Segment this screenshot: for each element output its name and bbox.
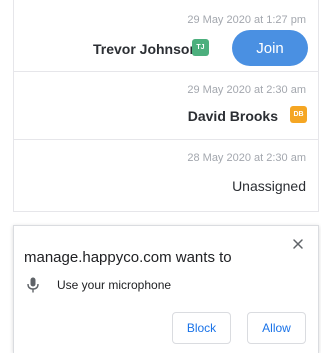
assignment-date: 29 May 2020 at 1:27 pm	[187, 14, 306, 26]
join-button[interactable]: Join	[232, 30, 308, 66]
assignment-date: 28 May 2020 at 2:30 am	[187, 152, 306, 164]
assignment-row: 29 May 2020 at 2:30 am David Brooks DB	[14, 72, 318, 140]
assignment-row: 28 May 2020 at 2:30 am Unassigned	[14, 140, 318, 210]
microphone-icon	[27, 277, 39, 293]
assignee-initials-badge: DB	[290, 106, 307, 123]
unassigned-status: Unassigned	[232, 178, 306, 194]
assignment-date: 29 May 2020 at 2:30 am	[187, 84, 306, 96]
permission-description: Use your microphone	[57, 278, 172, 292]
assignment-row: 29 May 2020 at 1:27 pm Trevor Johnson TJ…	[14, 0, 318, 72]
block-button[interactable]: Block	[172, 312, 231, 344]
assignee-initials-badge: TJ	[192, 39, 209, 56]
assignment-list: 29 May 2020 at 1:27 pm Trevor Johnson TJ…	[13, 0, 319, 212]
assignee-name: David Brooks	[187, 108, 278, 124]
permission-prompt-title: manage.happyco.com wants to	[24, 249, 232, 266]
close-icon[interactable]	[291, 237, 305, 251]
allow-button[interactable]: Allow	[247, 312, 306, 344]
assignee-name: Trevor Johnson	[92, 41, 198, 57]
permission-prompt: manage.happyco.com wants to Use your mic…	[13, 225, 319, 353]
